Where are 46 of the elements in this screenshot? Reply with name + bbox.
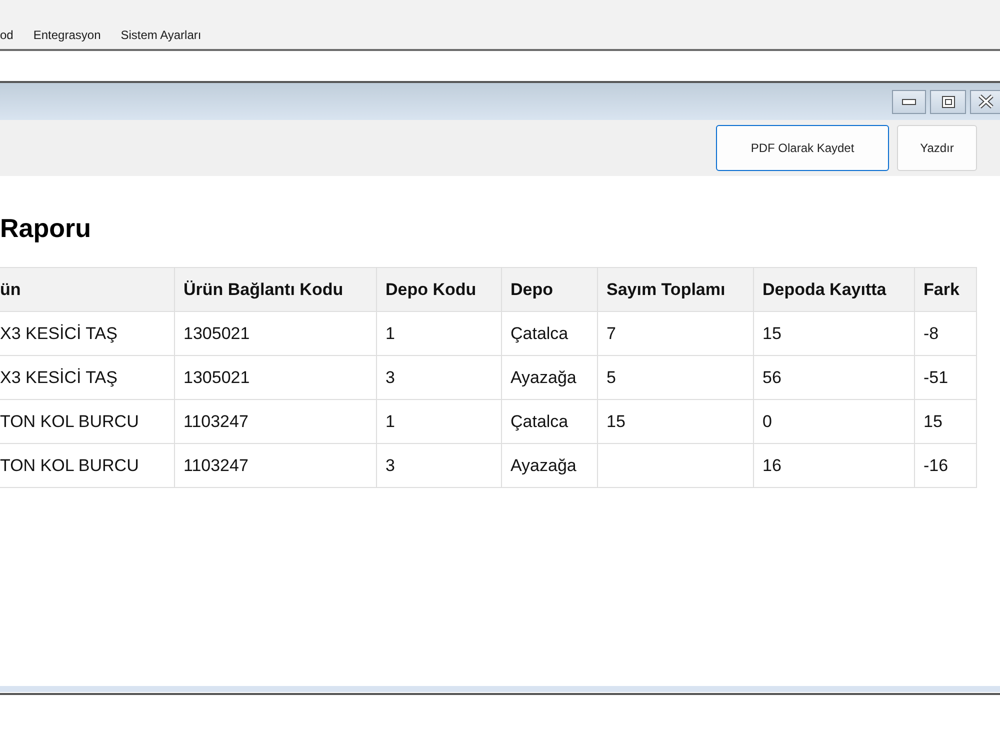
table-cell: 3 [376, 444, 501, 488]
table-cell: -51 [914, 356, 976, 400]
column-header: Sayım Toplamı [597, 268, 753, 312]
table-cell: TON KOL BURCU [0, 444, 174, 488]
table-cell: 1103247 [174, 444, 376, 488]
close-button[interactable] [970, 90, 1000, 114]
table-cell: 56 [753, 356, 914, 400]
table-cell: X3 KESİCİ TAŞ [0, 356, 174, 400]
minimize-button[interactable] [892, 90, 926, 114]
table-cell: 15 [914, 400, 976, 444]
save-pdf-button[interactable]: PDF Olarak Kaydet [716, 125, 889, 171]
table-cell: 0 [753, 400, 914, 444]
maximize-button[interactable] [930, 90, 966, 114]
table-cell: 5 [597, 356, 753, 400]
menu-item[interactable]: Entegrasyon [33, 26, 101, 44]
table-cell: 7 [597, 312, 753, 356]
table-cell: 15 [597, 400, 753, 444]
minimize-icon [902, 98, 916, 104]
column-header: ün [0, 268, 174, 312]
table-cell: 1 [376, 312, 501, 356]
column-header: Fark [914, 268, 976, 312]
report-title: Raporu [0, 212, 92, 244]
table-cell: 15 [753, 312, 914, 356]
print-button[interactable]: Yazdır [897, 125, 977, 171]
table-cell: Ayazağa [501, 356, 597, 400]
table-cell: 1305021 [174, 312, 376, 356]
table-cell: 3 [376, 356, 501, 400]
table-cell: Ayazağa [501, 444, 597, 488]
table-cell: 1 [376, 400, 501, 444]
table-cell: TON KOL BURCU [0, 400, 174, 444]
menu-item[interactable]: Sistem Ayarları [120, 26, 202, 44]
close-icon [978, 94, 994, 109]
table-cell: X3 KESİCİ TAŞ [0, 312, 174, 356]
column-header: Depo Kodu [376, 268, 501, 312]
column-header: Depo [501, 268, 597, 312]
table-cell: 1305021 [174, 356, 376, 400]
column-header: Ürün Bağlantı Kodu [174, 268, 376, 312]
table-cell: 1103247 [174, 400, 376, 444]
maximize-icon [942, 96, 954, 108]
menu-item[interactable]: od [0, 26, 14, 44]
table-cell: Çatalca [501, 312, 597, 356]
table-cell: Çatalca [501, 400, 597, 444]
table-cell: -8 [914, 312, 976, 356]
table-cell: 16 [753, 444, 914, 488]
table-cell: -16 [914, 444, 976, 488]
column-header: Depoda Kayıtta [753, 268, 914, 312]
